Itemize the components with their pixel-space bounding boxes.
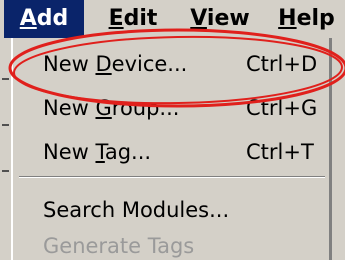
menu-item-new-tag-shortcut: Ctrl+T — [246, 140, 314, 164]
menu-item-new-device[interactable]: New Device... Ctrl+D — [13, 42, 329, 86]
label-post: roup... — [111, 96, 180, 120]
label-post: evice... — [111, 52, 188, 76]
menu-view-mnemonic: V — [190, 6, 207, 31]
menu-item-generate-tags: Generate Tags — [13, 224, 329, 268]
menu-item-new-group-shortcut: Ctrl+G — [246, 96, 318, 120]
menu-item-search-modules-label: Search Modules... — [43, 198, 230, 222]
label-post: ag... — [104, 140, 152, 164]
menu-item-new-device-label: New Device... — [43, 52, 187, 76]
menu-help-label-post: elp — [296, 6, 335, 31]
menu-add-mnemonic: A — [19, 6, 37, 31]
menu-view[interactable]: View — [180, 0, 260, 38]
menu-view-label-post: iew — [206, 6, 250, 31]
add-dropdown-menu: New Device... Ctrl+D New Group... Ctrl+G… — [11, 38, 331, 260]
menu-help-mnemonic: H — [278, 6, 297, 31]
menu-add[interactable]: Add — [4, 0, 84, 38]
label-pre: New — [43, 52, 96, 76]
menu-edit-mnemonic: E — [108, 6, 124, 31]
label-pre: New — [43, 96, 96, 120]
menu-item-generate-tags-label: Generate Tags — [43, 234, 195, 258]
background-window-mark — [2, 78, 9, 80]
menu-edit[interactable]: Edit — [94, 0, 172, 38]
menu-bar: Add Edit View Help — [0, 0, 345, 38]
menu-item-new-device-shortcut: Ctrl+D — [246, 52, 318, 76]
menu-item-new-tag[interactable]: New Tag... Ctrl+T — [13, 130, 329, 174]
menu-edit-label-post: dit — [123, 6, 158, 31]
background-window-right-edge — [331, 38, 345, 260]
background-window-mark — [2, 124, 9, 126]
label-mnemonic: D — [95, 52, 112, 76]
label-pre: New — [43, 140, 96, 164]
label-mnemonic: G — [95, 96, 112, 120]
background-window-edge — [0, 38, 11, 260]
menu-help[interactable]: Help — [268, 0, 345, 38]
menu-add-label-post: dd — [36, 6, 69, 31]
menu-item-new-group-label: New Group... — [43, 96, 179, 120]
menu-item-new-tag-label: New Tag... — [43, 140, 151, 164]
background-window-mark — [2, 170, 9, 172]
label-mnemonic: T — [95, 140, 105, 164]
menu-item-new-group[interactable]: New Group... Ctrl+G — [13, 86, 329, 130]
menu-separator — [19, 176, 325, 178]
